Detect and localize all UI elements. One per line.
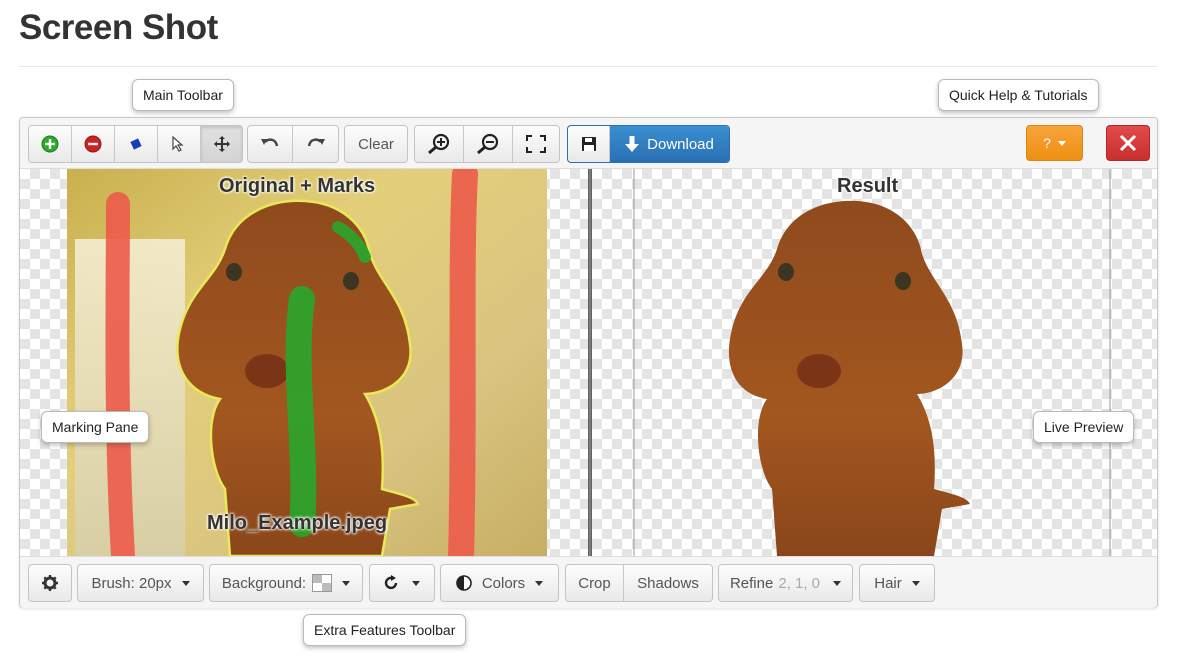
chevron-down-icon xyxy=(833,580,842,586)
crop-shadows-group: Crop Shadows xyxy=(565,564,713,602)
redo-icon xyxy=(307,138,325,147)
close-button[interactable] xyxy=(1106,125,1150,161)
brush-size-dropdown[interactable]: Brush: 20px xyxy=(78,565,203,601)
help-dropdown-button[interactable]: ? xyxy=(1026,125,1083,161)
editor-window: Clear Download ? Original + Marks Milo_E… xyxy=(19,117,1158,608)
checker-swatch-icon xyxy=(312,574,333,592)
close-x-icon xyxy=(1119,134,1137,152)
brush-size-group: Brush: 20px xyxy=(77,564,204,602)
select-tool-button[interactable] xyxy=(158,126,201,162)
hair-dropdown[interactable]: Hair xyxy=(860,565,934,601)
download-button[interactable]: Download xyxy=(610,126,729,162)
colors-label: Colors xyxy=(481,574,526,592)
help-label: ? xyxy=(1043,135,1051,151)
chevron-down-icon xyxy=(342,580,351,586)
zoom-out-button[interactable] xyxy=(464,126,513,162)
move-arrows-icon xyxy=(213,136,230,152)
settings-group xyxy=(28,564,72,602)
clear-group: Clear xyxy=(344,125,408,163)
live-preview-pane[interactable]: Result xyxy=(592,169,1157,556)
download-arrow-icon xyxy=(625,135,640,152)
background-group: Background: xyxy=(209,564,363,602)
foreground-mark-center xyxy=(285,286,317,537)
callout-marking-pane: Marking Pane xyxy=(41,411,150,443)
rotate-group xyxy=(369,564,435,602)
background-dropdown[interactable]: Background: xyxy=(210,565,362,601)
download-label: Download xyxy=(647,135,714,153)
result-image xyxy=(633,169,1111,556)
shadows-button[interactable]: Shadows xyxy=(624,565,712,601)
zoom-in-button[interactable] xyxy=(415,126,464,162)
dog-nose xyxy=(245,354,289,388)
refine-label: Refine xyxy=(729,574,774,592)
chevron-down-icon xyxy=(1057,140,1066,146)
rotate-icon xyxy=(384,575,398,590)
save-download-group: Download xyxy=(567,125,730,163)
hair-label: Hair xyxy=(874,574,902,592)
result-pane-title: Result xyxy=(837,175,899,197)
callout-quick-help: Quick Help & Tutorials xyxy=(938,79,1099,111)
history-group xyxy=(247,125,339,163)
cutout-right-eye xyxy=(895,272,911,290)
hair-group: Hair xyxy=(859,564,935,602)
refine-values: 2, 1, 0 xyxy=(778,574,821,592)
remove-background-button[interactable] xyxy=(72,126,115,162)
dog-right-eye xyxy=(343,272,359,290)
chevron-down-icon xyxy=(412,580,420,586)
cursor-arrow-icon xyxy=(172,136,184,152)
background-mark-left xyxy=(105,192,135,556)
zoom-in-icon xyxy=(428,133,450,155)
chevron-down-icon xyxy=(181,580,190,586)
colors-group: Colors xyxy=(440,564,559,602)
plus-circle-icon xyxy=(41,135,59,153)
file-name-label: Milo_Example.jpeg xyxy=(207,512,388,534)
title-divider xyxy=(19,66,1157,67)
save-button[interactable] xyxy=(568,126,610,162)
colors-dropdown[interactable]: Colors xyxy=(441,565,558,601)
fit-screen-icon xyxy=(526,135,546,153)
diamond-icon xyxy=(130,138,142,150)
marking-pane[interactable]: Original + Marks Milo_Example.jpeg xyxy=(20,169,588,556)
background-mark-right xyxy=(448,169,478,556)
fit-to-screen-button[interactable] xyxy=(513,126,559,162)
callout-main-toolbar: Main Toolbar xyxy=(132,79,234,111)
zoom-group xyxy=(414,125,560,163)
minus-circle-icon xyxy=(84,135,102,153)
gear-icon xyxy=(42,575,58,591)
redo-button[interactable] xyxy=(293,126,338,162)
chevron-down-icon xyxy=(911,580,920,586)
settings-button[interactable] xyxy=(29,565,71,601)
background-label: Background: xyxy=(221,574,307,592)
brush-size-label: Brush: 20px xyxy=(91,574,172,592)
original-image-with-marks xyxy=(67,169,547,556)
main-toolbar: Clear Download ? xyxy=(20,118,1157,169)
callout-live-preview: Live Preview xyxy=(1033,411,1135,443)
callout-extra-features: Extra Features Toolbar xyxy=(303,614,467,646)
refine-dropdown[interactable]: Refine 2, 1, 0 xyxy=(719,565,852,601)
add-foreground-button[interactable] xyxy=(29,126,72,162)
page-title: Screen Shot xyxy=(19,8,218,47)
extra-features-toolbar: Brush: 20px Background: Colors Crop Shad… xyxy=(20,556,1157,608)
cutout-nose xyxy=(797,354,841,388)
contrast-icon xyxy=(456,575,472,591)
clear-button[interactable]: Clear xyxy=(345,126,407,162)
zoom-out-icon xyxy=(477,133,499,155)
original-pane-title: Original + Marks xyxy=(219,175,376,197)
dog-cutout xyxy=(728,200,970,556)
refine-group: Refine 2, 1, 0 xyxy=(718,564,853,602)
rotate-dropdown[interactable] xyxy=(370,565,434,601)
dog-left-eye xyxy=(226,263,242,281)
undo-button[interactable] xyxy=(248,126,293,162)
chevron-down-icon xyxy=(535,580,544,586)
cutout-left-eye xyxy=(778,263,794,281)
marking-tools-group xyxy=(28,125,243,163)
crop-button[interactable]: Crop xyxy=(566,565,624,601)
undo-icon xyxy=(261,138,279,147)
hair-brush-button[interactable] xyxy=(115,126,158,162)
floppy-disk-icon xyxy=(581,137,596,151)
pan-tool-button[interactable] xyxy=(201,126,242,162)
